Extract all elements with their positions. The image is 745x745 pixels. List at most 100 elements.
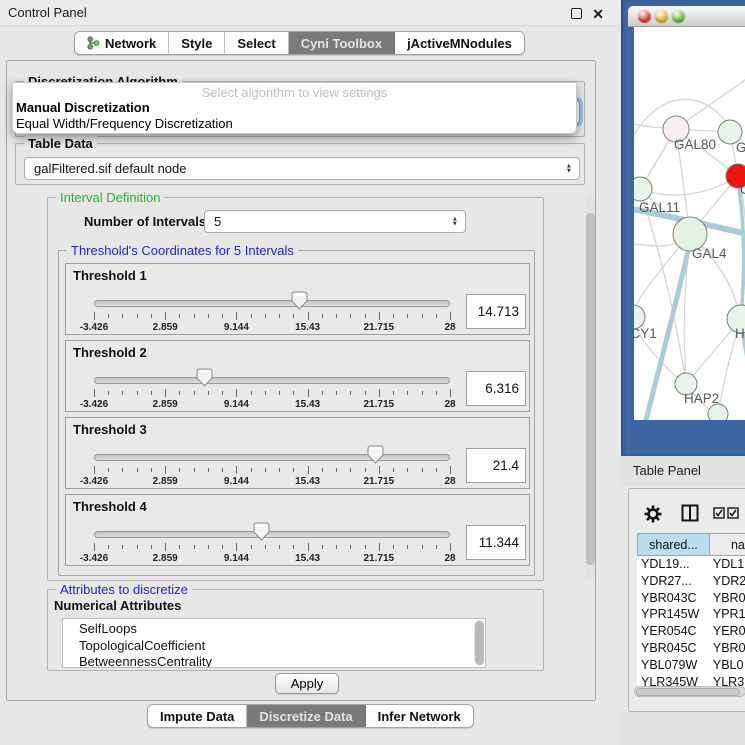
close-icon[interactable]: ✕ xyxy=(592,6,604,23)
attributes-scrollbar[interactable] xyxy=(474,620,484,666)
cell-name[interactable]: YBR0 xyxy=(710,590,745,607)
tab-discretize-data[interactable]: Discretize Data xyxy=(247,705,365,727)
cell-shared-name[interactable]: YBR045C xyxy=(637,640,710,657)
node-label: C xyxy=(740,182,745,197)
dropdown-option-manual-discretization[interactable]: Manual Discretization xyxy=(13,100,576,116)
column-split-icon[interactable] xyxy=(681,504,699,522)
node-attribute-table[interactable]: shared... na YDL19...YDL1YDR27...YDR2YBR… xyxy=(637,533,745,695)
tab-label: Network xyxy=(105,36,156,51)
table-horizontal-scrollbar[interactable] xyxy=(634,686,745,697)
slider-ticks xyxy=(94,312,450,322)
tab-network[interactable]: Network xyxy=(75,32,169,54)
scrollbar-thumb[interactable] xyxy=(586,213,595,565)
tab-select[interactable]: Select xyxy=(225,32,288,54)
table-panel-title: Table Panel xyxy=(633,463,701,478)
table-row[interactable]: YDL19...YDL1 xyxy=(637,556,745,573)
cell-shared-name[interactable]: YDL19... xyxy=(637,556,710,573)
network-icon xyxy=(87,36,100,50)
table-data-value: galFiltered.sif default node xyxy=(34,161,186,176)
cell-shared-name[interactable]: YPR145W xyxy=(637,606,710,623)
cell-shared-name[interactable]: YER054C xyxy=(637,623,710,640)
network-view-window[interactable]: GAL80GCGAL11GAL4GCY1HHAP2 xyxy=(621,0,745,456)
threshold-slider[interactable]: -3.4262.8599.14415.4321.71528 xyxy=(94,341,450,413)
network-node[interactable] xyxy=(708,404,728,420)
cell-name[interactable]: YPR1 xyxy=(710,606,745,623)
tab-label: jActiveMNodules xyxy=(407,36,512,51)
tab-impute-data[interactable]: Impute Data xyxy=(148,705,247,727)
checkbox-icon[interactable] xyxy=(713,507,725,519)
apply-button[interactable]: Apply xyxy=(275,673,339,694)
slider-ticks xyxy=(94,543,450,553)
close-traffic-light-icon[interactable] xyxy=(638,10,651,23)
threshold-value-field[interactable]: 14.713 xyxy=(466,294,526,329)
cell-name[interactable]: YDR2 xyxy=(710,573,745,590)
zoom-traffic-light-icon[interactable] xyxy=(672,10,685,23)
table-row[interactable]: YDR27...YDR2 xyxy=(637,573,745,590)
number-of-intervals-combobox[interactable]: 5 ▲▼ xyxy=(204,210,466,233)
cell-name[interactable]: YER0 xyxy=(710,623,745,640)
screen: { "window": { "title": "Control Panel" }… xyxy=(0,0,745,745)
threshold-value-field[interactable]: 6.316 xyxy=(466,371,526,406)
panel-scrollbar[interactable] xyxy=(585,193,595,579)
dropdown-option-equal-width-frequency[interactable]: Equal Width/Frequency Discretization xyxy=(13,116,576,132)
cell-shared-name[interactable]: YBL079W xyxy=(637,657,710,674)
tab-jactivemnodules[interactable]: jActiveMNodules xyxy=(395,32,524,54)
thresholds-group: Threshold's Coordinates for 5 Intervals … xyxy=(58,250,535,576)
interval-definition-group: Interval Definition Number of Intervals … xyxy=(47,197,544,581)
network-edge[interactable] xyxy=(640,176,738,195)
attribute-item-selfloops[interactable]: SelfLoops xyxy=(63,621,473,638)
network-canvas[interactable]: GAL80GCGAL11GAL4GCY1HHAP2 xyxy=(634,27,745,420)
table-row[interactable]: YBR043CYBR0 xyxy=(637,590,745,607)
threshold-slider[interactable]: -3.4262.8599.14415.4321.71528 xyxy=(94,418,450,490)
network-window-titlebar[interactable] xyxy=(628,6,745,27)
slider-tick-labels: -3.4262.8599.14415.4321.71528 xyxy=(94,553,450,565)
tab-style[interactable]: Style xyxy=(169,32,225,54)
table-row[interactable]: YER054CYER0 xyxy=(637,623,745,640)
cell-name[interactable]: YBL0 xyxy=(710,657,745,674)
table-row[interactable]: YBR045CYBR0 xyxy=(637,640,745,657)
threshold-panel-4: Threshold 4-3.4262.8599.14415.4321.71528… xyxy=(65,494,530,566)
attribute-item-topologicalcoefficient[interactable]: TopologicalCoefficient xyxy=(63,638,473,655)
node-label: HAP2 xyxy=(684,391,719,406)
threshold-slider[interactable]: -3.4262.8599.14415.4321.71528 xyxy=(94,264,450,336)
column-header-shared-name[interactable]: shared... xyxy=(637,533,710,556)
cell-shared-name[interactable]: YBR043C xyxy=(637,590,710,607)
slider-thumb[interactable] xyxy=(253,522,270,541)
threshold-value-field[interactable]: 11.344 xyxy=(466,525,526,560)
minimize-traffic-light-icon[interactable] xyxy=(655,10,668,23)
attribute-item-betweennesscentrality[interactable]: BetweennessCentrality xyxy=(63,654,473,668)
tab-infer-network[interactable]: Infer Network xyxy=(366,705,473,727)
table-data-combobox[interactable]: galFiltered.sif default node ▲▼ xyxy=(24,157,580,180)
table-row[interactable]: YBL079WYBL0 xyxy=(637,657,745,674)
scrollbar-thumb[interactable] xyxy=(636,688,740,697)
network-graph: GAL80GCGAL11GAL4GCY1HHAP2 xyxy=(634,27,745,420)
cell-name[interactable]: YDL1 xyxy=(710,556,745,573)
slider-thumb[interactable] xyxy=(196,368,213,387)
threshold-panel-2: Threshold 2-3.4262.8599.14415.4321.71528… xyxy=(65,340,530,412)
threshold-value-field[interactable]: 21.4 xyxy=(466,448,526,483)
cell-name[interactable]: YBR0 xyxy=(710,640,745,657)
group-title: Threshold's Coordinates for 5 Intervals xyxy=(67,243,298,258)
cell-shared-name[interactable]: YDR27... xyxy=(637,573,710,590)
attributes-listbox[interactable]: SelfLoopsTopologicalCoefficientBetweenne… xyxy=(62,618,486,668)
combo-stepper-icon: ▲▼ xyxy=(452,216,458,227)
top-tab-bar: Network Style Select Cyni Toolbox jActiveMNo… xyxy=(74,31,525,55)
slider-thumb[interactable] xyxy=(291,291,308,310)
column-header-name[interactable]: na xyxy=(710,533,745,556)
tab-cyni-toolbox[interactable]: Cyni Toolbox xyxy=(289,32,395,54)
panel-title: Control Panel xyxy=(8,5,87,20)
checkbox-icon[interactable] xyxy=(727,507,739,519)
float-window-icon[interactable] xyxy=(571,8,582,19)
slider-track[interactable] xyxy=(94,454,450,461)
slider-track[interactable] xyxy=(94,377,450,384)
table-row[interactable]: YPR145WYPR1 xyxy=(637,606,745,623)
gear-icon[interactable] xyxy=(643,504,663,524)
slider-track[interactable] xyxy=(94,300,450,307)
slider-thumb[interactable] xyxy=(367,445,384,464)
slider-track[interactable] xyxy=(94,531,450,538)
threshold-slider[interactable]: -3.4262.8599.14415.4321.71528 xyxy=(94,495,450,567)
tab-label: Select xyxy=(237,36,275,51)
threshold-panel-1: Threshold 1-3.4262.8599.14415.4321.71528… xyxy=(65,263,530,335)
tab-label: Impute Data xyxy=(160,709,234,724)
scrollbar-thumb[interactable] xyxy=(475,621,484,665)
